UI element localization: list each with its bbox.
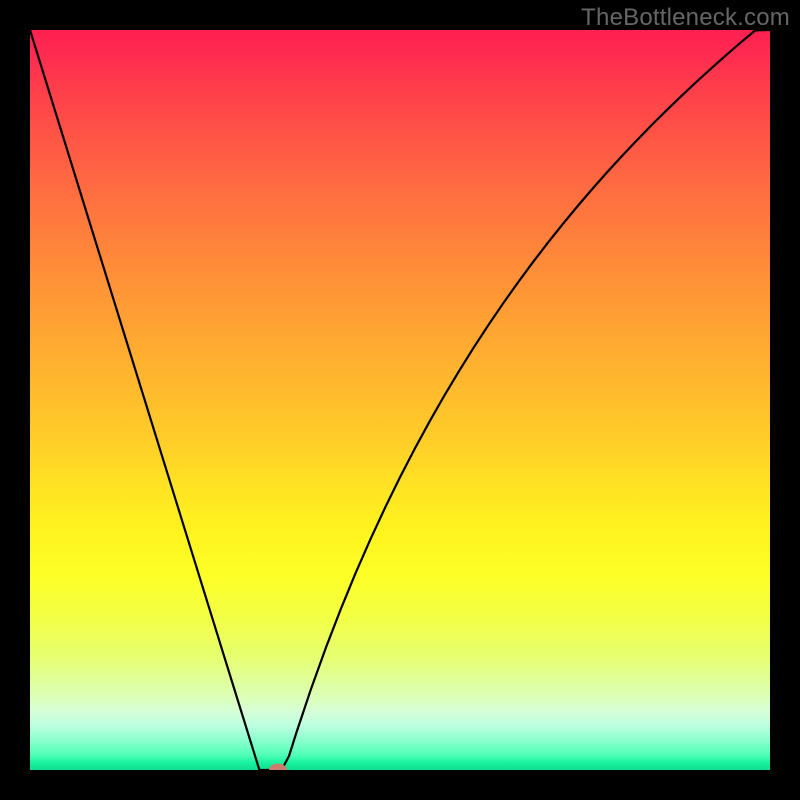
plot-area [30, 30, 770, 770]
watermark-text: TheBottleneck.com [581, 4, 790, 32]
minimum-marker [269, 764, 287, 771]
chart-frame: TheBottleneck.com [0, 0, 800, 800]
bottleneck-curve [30, 30, 770, 770]
